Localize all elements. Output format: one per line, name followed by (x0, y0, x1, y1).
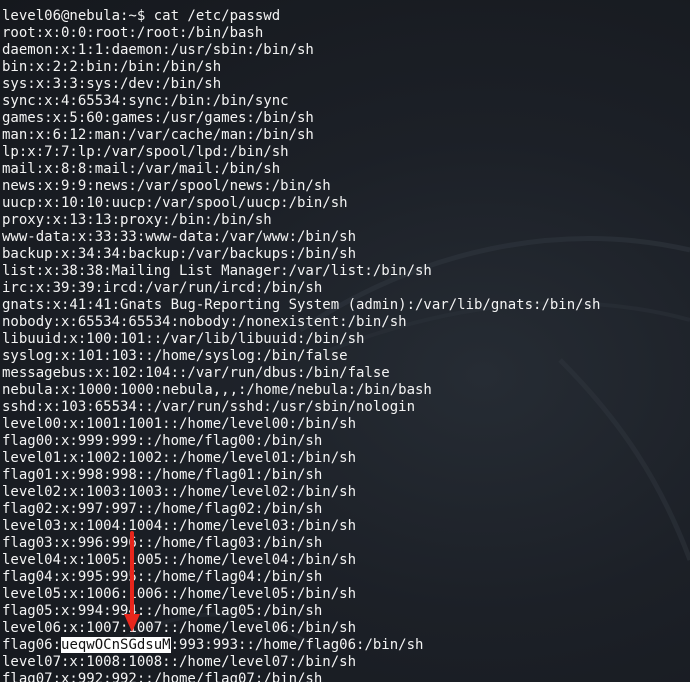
passwd-line: nebula:x:1000:1000:nebula,,,:/home/nebul… (2, 382, 432, 398)
passwd-line: games:x:5:60:games:/usr/games:/bin/sh (2, 110, 314, 126)
passwd-line: level03:x:1004:1004::/home/level03:/bin/… (2, 518, 357, 534)
passwd-line: flag07:x:992:992::/home/flag07:/bin/sh (2, 671, 323, 682)
flag06-suffix: :993:993::/home/flag06:/bin/sh (170, 637, 424, 653)
passwd-line: level02:x:1003:1003::/home/level02:/bin/… (2, 484, 357, 500)
passwd-line: level00:x:1001:1001::/home/level00:/bin/… (2, 416, 357, 432)
passwd-line: flag02:x:997:997::/home/flag02:/bin/sh (2, 501, 323, 517)
passwd-line: level05:x:1006:1006::/home/level05:/bin/… (2, 586, 357, 602)
passwd-line: messagebus:x:102:104::/var/run/dbus:/bin… (2, 365, 390, 381)
passwd-line: man:x:6:12:man:/var/cache/man:/bin/sh (2, 127, 314, 143)
passwd-line: list:x:38:38:Mailing List Manager:/var/l… (2, 263, 432, 279)
flag06-prefix: flag06: (2, 637, 62, 653)
terminal-output[interactable]: level06@nebula:~$ cat /etc/passwd root:x:… (2, 8, 600, 682)
passwd-line: flag05:x:994:994::/home/flag05:/bin/sh (2, 603, 323, 619)
passwd-line: sync:x:4:65534:sync:/bin:/bin/sync (2, 93, 289, 109)
passwd-line: nobody:x:65534:65534:nobody:/nonexistent… (2, 314, 407, 330)
passwd-line: sys:x:3:3:sys:/dev:/bin/sh (2, 76, 222, 92)
passwd-line: uucp:x:10:10:uucp:/var/spool/uucp:/bin/s… (2, 195, 348, 211)
prompt-line: level06@nebula:~$ cat /etc/passwd (2, 8, 281, 24)
passwd-line: gnats:x:41:41:Gnats Bug-Reporting System… (2, 297, 601, 313)
passwd-line: irc:x:39:39:ircd:/var/run/ircd:/bin/sh (2, 280, 323, 296)
flag06-line: flag06:ueqwOCnSGdsuM:993:993::/home/flag… (2, 637, 600, 654)
passwd-line: mail:x:8:8:mail:/var/mail:/bin/sh (2, 161, 281, 177)
passwd-line: flag00:x:999:999::/home/flag00:/bin/sh (2, 433, 323, 449)
passwd-line: backup:x:34:34:backup:/var/backups:/bin/… (2, 246, 357, 262)
passwd-line: lp:x:7:7:lp:/var/spool/lpd:/bin/sh (2, 144, 289, 160)
passwd-line: bin:x:2:2:bin:/bin:/bin/sh (2, 59, 222, 75)
passwd-line: level07:x:1008:1008::/home/level07:/bin/… (2, 654, 357, 670)
passwd-line: sshd:x:103:65534::/var/run/sshd:/usr/sbi… (2, 399, 416, 415)
passwd-line: flag04:x:995:995::/home/flag04:/bin/sh (2, 569, 323, 585)
passwd-line: proxy:x:13:13:proxy:/bin:/bin/sh (2, 212, 272, 228)
passwd-line: www-data:x:33:33:www-data:/var/www:/bin/… (2, 229, 357, 245)
passwd-line: news:x:9:9:news:/var/spool/news:/bin/sh (2, 178, 331, 194)
passwd-line: level01:x:1002:1002::/home/level01:/bin/… (2, 450, 357, 466)
passwd-line: level06:x:1007:1007::/home/level06:/bin/… (2, 620, 357, 636)
passwd-line: syslog:x:101:103::/home/syslog:/bin/fals… (2, 348, 348, 364)
passwd-line: root:x:0:0:root:/root:/bin/bash (2, 25, 264, 41)
passwd-line: daemon:x:1:1:daemon:/usr/sbin:/bin/sh (2, 42, 314, 58)
terminal-window[interactable]: level06@nebula:~$ cat /etc/passwd root:x:… (0, 0, 690, 682)
passwd-line: flag03:x:996:996::/home/flag03:/bin/sh (2, 535, 323, 551)
passwd-line: flag01:x:998:998::/home/flag01:/bin/sh (2, 467, 323, 483)
passwd-line: libuuid:x:100:101::/var/lib/libuuid:/bin… (2, 331, 365, 347)
selected-password-hash[interactable]: ueqwOCnSGdsuM (61, 637, 171, 653)
passwd-line: level04:x:1005:1005::/home/level04:/bin/… (2, 552, 357, 568)
